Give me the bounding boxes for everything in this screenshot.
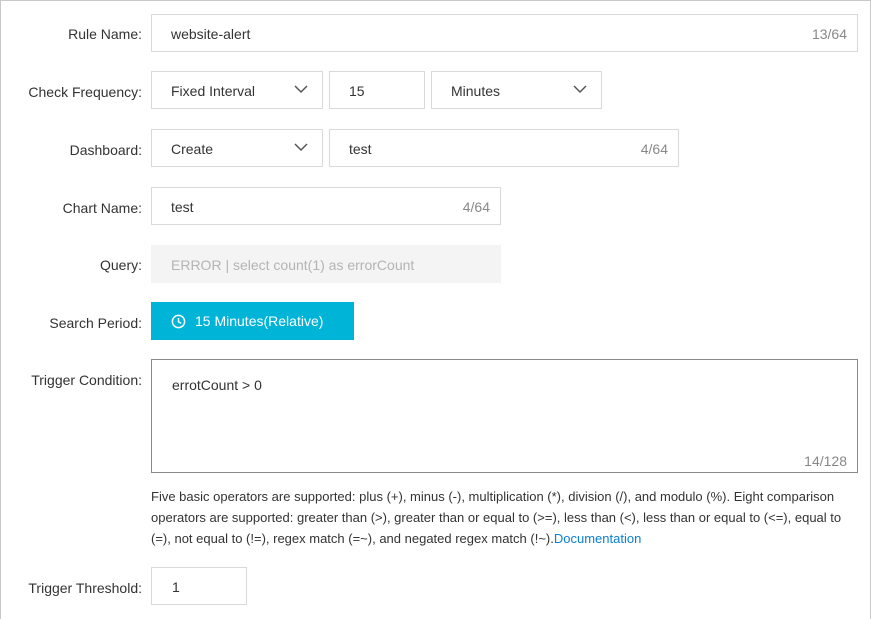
rule-name-input[interactable]: website-alert 13/64: [151, 14, 858, 52]
operators-help-text: Five basic operators are supported: plus…: [151, 489, 842, 546]
chevron-down-icon: [573, 85, 587, 94]
check-frequency-label: Check Frequency:: [28, 84, 142, 100]
chart-name-value: test: [171, 199, 194, 215]
clock-icon: [171, 314, 186, 329]
rule-name-char-count: 13/64: [811, 26, 847, 42]
dashboard-name-input[interactable]: test 4/64: [329, 129, 679, 167]
frequency-unit-select[interactable]: Minutes: [431, 71, 602, 109]
chevron-down-icon: [294, 143, 308, 152]
search-period-button[interactable]: 15 Minutes(Relative): [151, 302, 354, 340]
frequency-mode-value: Fixed Interval: [171, 83, 256, 99]
documentation-link[interactable]: Documentation: [554, 531, 641, 546]
trigger-threshold-value: 1: [172, 579, 180, 595]
dashboard-name-char-count: 4/64: [640, 141, 668, 157]
frequency-mode-select[interactable]: Fixed Interval: [151, 71, 323, 109]
trigger-condition-label: Trigger Condition:: [31, 372, 142, 388]
chart-name-char-count: 4/64: [462, 199, 490, 215]
trigger-condition-value: errotCount > 0: [172, 377, 262, 393]
trigger-condition-textarea[interactable]: errotCount > 0 14/128: [151, 359, 858, 473]
search-period-label: Search Period:: [49, 315, 142, 331]
alert-rule-form: Rule Name: website-alert 13/64 Check Fre…: [0, 0, 871, 619]
trigger-condition-help: Five basic operators are supported: plus…: [151, 486, 863, 549]
dashboard-label: Dashboard:: [69, 142, 142, 158]
trigger-condition-char-count: 14/128: [804, 453, 847, 469]
rule-name-label: Rule Name:: [68, 26, 142, 42]
frequency-unit-value: Minutes: [451, 83, 501, 99]
frequency-interval-input[interactable]: 15: [329, 71, 425, 109]
dashboard-mode-value: Create: [171, 141, 214, 157]
search-period-button-label: 15 Minutes(Relative): [195, 313, 324, 329]
query-value: ERROR | select count(1) as errorCount: [171, 257, 415, 273]
frequency-interval-value: 15: [349, 83, 365, 99]
chart-name-label: Chart Name:: [62, 200, 142, 216]
dashboard-name-value: test: [349, 141, 372, 157]
chevron-down-icon: [294, 85, 308, 94]
chart-name-input[interactable]: test 4/64: [151, 187, 501, 225]
trigger-threshold-input[interactable]: 1: [151, 567, 247, 605]
query-label: Query:: [99, 257, 142, 273]
query-input: ERROR | select count(1) as errorCount: [151, 245, 501, 283]
dashboard-mode-select[interactable]: Create: [151, 129, 323, 167]
rule-name-value: website-alert: [171, 26, 251, 42]
trigger-threshold-label: Trigger Threshold:: [28, 580, 142, 596]
